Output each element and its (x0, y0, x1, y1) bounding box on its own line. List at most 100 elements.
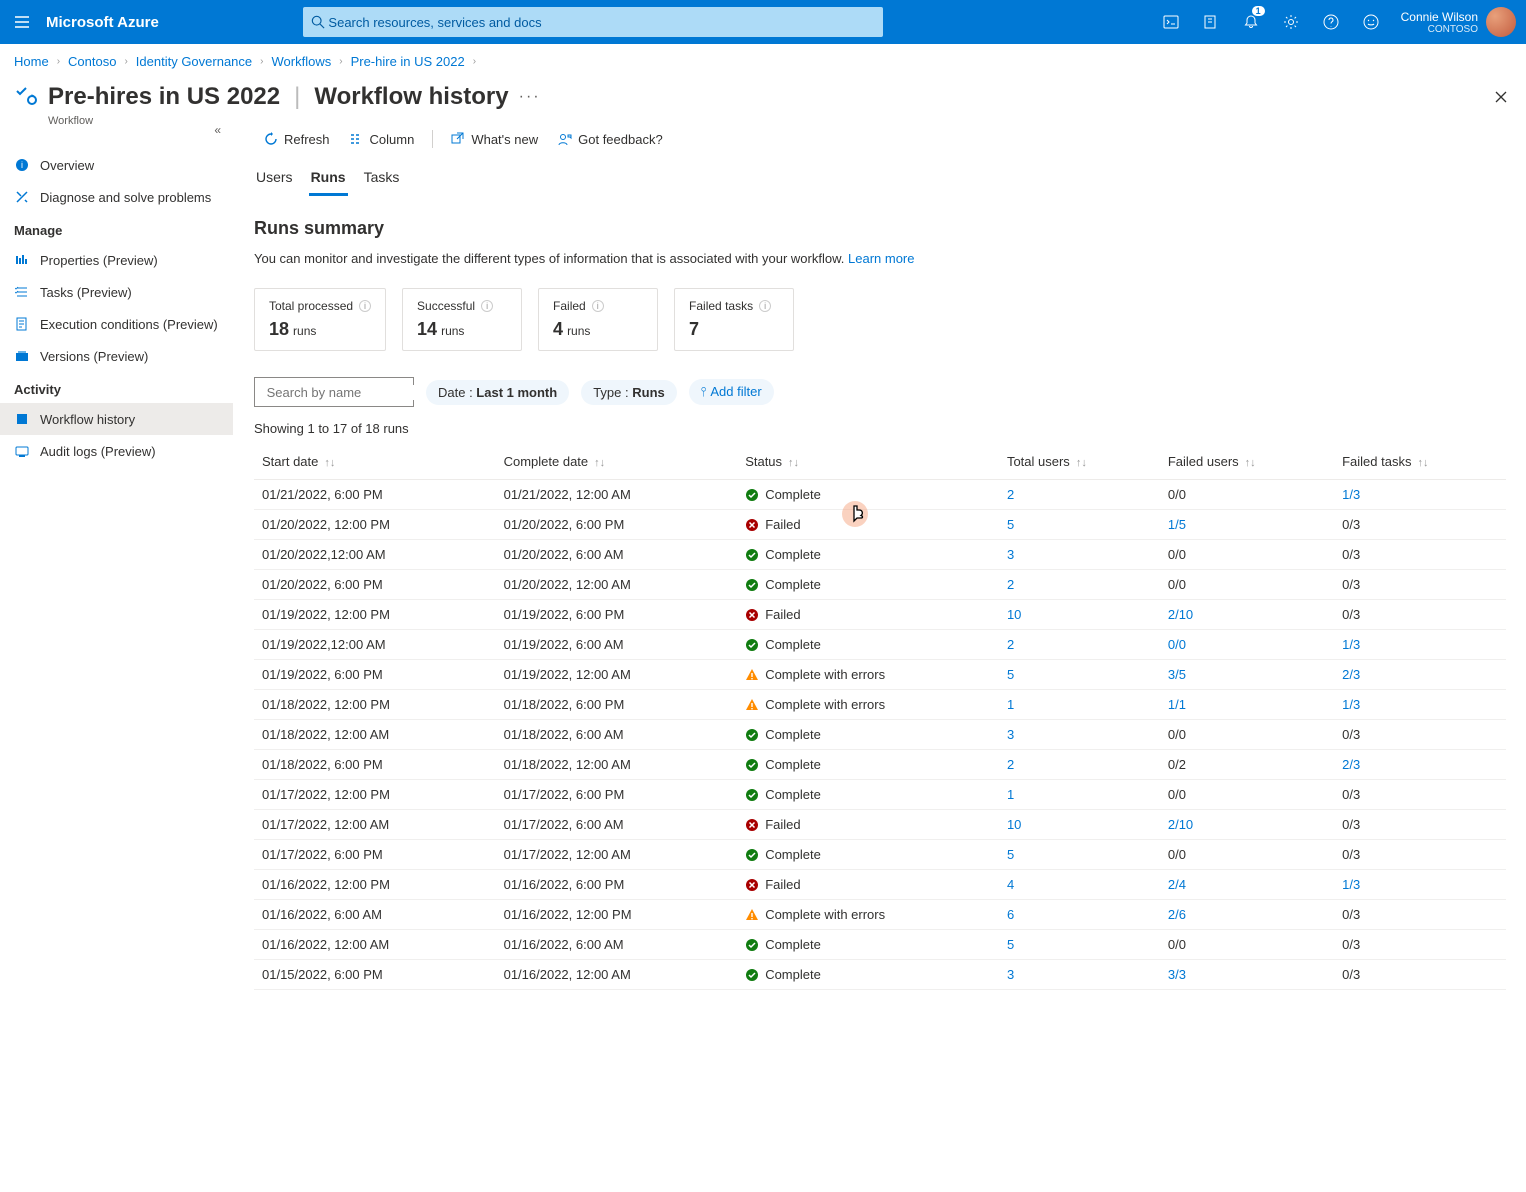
cell-totalusers[interactable]: 1 (999, 690, 1160, 720)
table-row[interactable]: 01/16/2022, 12:00 AM01/16/2022, 6:00 AMC… (254, 930, 1506, 960)
cell-failedtasks[interactable]: 1/3 (1334, 870, 1506, 900)
directory-icon[interactable] (1191, 0, 1231, 44)
sidebar-item-history[interactable]: Workflow history (0, 403, 233, 435)
menu-icon[interactable] (0, 0, 44, 44)
cell-failedtasks[interactable]: 2/3 (1334, 660, 1506, 690)
table-row[interactable]: 01/17/2022, 6:00 PM01/17/2022, 12:00 AMC… (254, 840, 1506, 870)
help-icon[interactable] (1311, 0, 1351, 44)
sidebar-item-versions[interactable]: Versions (Preview) (0, 340, 233, 372)
cloud-shell-icon[interactable] (1151, 0, 1191, 44)
table-row[interactable]: 01/16/2022, 12:00 PM01/16/2022, 6:00 PMF… (254, 870, 1506, 900)
cell-totalusers[interactable]: 2 (999, 750, 1160, 780)
table-row[interactable]: 01/18/2022, 6:00 PM01/18/2022, 12:00 AMC… (254, 750, 1506, 780)
global-search-input[interactable] (328, 15, 874, 30)
cell-failedusers[interactable]: 3/3 (1160, 960, 1334, 990)
cell-totalusers[interactable]: 1 (999, 780, 1160, 810)
cell-failedtasks[interactable]: 1/3 (1334, 690, 1506, 720)
col-failedtasks[interactable]: Failed tasks↑↓ (1334, 444, 1506, 480)
feedback-icon[interactable] (1351, 0, 1391, 44)
feedback-button[interactable]: Got feedback? (548, 119, 673, 159)
breadcrumb-workflows[interactable]: Workflows (272, 54, 332, 69)
breadcrumb-contoso[interactable]: Contoso (68, 54, 116, 69)
breadcrumb-idgov[interactable]: Identity Governance (136, 54, 252, 69)
cell-failedusers[interactable]: 2/6 (1160, 900, 1334, 930)
cell-totalusers[interactable]: 3 (999, 960, 1160, 990)
col-status[interactable]: Status↑↓ (737, 444, 999, 480)
table-row[interactable]: 01/19/2022,12:00 AM01/19/2022, 6:00 AMCo… (254, 630, 1506, 660)
search-icon (311, 15, 325, 29)
cell-failedusers[interactable]: 2/4 (1160, 870, 1334, 900)
table-row[interactable]: 01/20/2022, 12:00 PM01/20/2022, 6:00 PMF… (254, 510, 1506, 540)
breadcrumb-home[interactable]: Home (14, 54, 49, 69)
col-complete[interactable]: Complete date↑↓ (496, 444, 738, 480)
filter-date[interactable]: Date : Last 1 month (426, 380, 569, 405)
cell-totalusers[interactable]: 3 (999, 540, 1160, 570)
cell-totalusers[interactable]: 5 (999, 840, 1160, 870)
cell-totalusers[interactable]: 5 (999, 930, 1160, 960)
cell-totalusers[interactable]: 3 (999, 720, 1160, 750)
table-row[interactable]: 01/20/2022, 6:00 PM01/20/2022, 12:00 AMC… (254, 570, 1506, 600)
cell-failedusers[interactable]: 3/5 (1160, 660, 1334, 690)
cell-failedusers[interactable]: 0/0 (1160, 630, 1334, 660)
sidebar-item-properties[interactable]: Properties (Preview) (0, 244, 233, 276)
table-row[interactable]: 01/18/2022, 12:00 PM01/18/2022, 6:00 PMC… (254, 690, 1506, 720)
learn-more-link[interactable]: Learn more (848, 251, 914, 266)
table-row[interactable]: 01/17/2022, 12:00 AM01/17/2022, 6:00 AMF… (254, 810, 1506, 840)
cell-totalusers[interactable]: 10 (999, 600, 1160, 630)
info-icon[interactable]: i (592, 300, 604, 312)
cell-totalusers[interactable]: 2 (999, 570, 1160, 600)
column-button[interactable]: Column (340, 119, 425, 159)
cell-totalusers[interactable]: 5 (999, 510, 1160, 540)
filter-type[interactable]: Type : Runs (581, 380, 677, 405)
col-start[interactable]: Start date↑↓ (254, 444, 496, 480)
table-row[interactable]: 01/17/2022, 12:00 PM01/17/2022, 6:00 PMC… (254, 780, 1506, 810)
col-failedusers[interactable]: Failed users↑↓ (1160, 444, 1334, 480)
tab-runs[interactable]: Runs (309, 163, 348, 196)
more-actions-icon[interactable]: ··· (519, 88, 541, 106)
tab-tasks[interactable]: Tasks (362, 163, 402, 196)
cell-totalusers[interactable]: 4 (999, 870, 1160, 900)
collapse-sidebar-icon[interactable]: « (214, 123, 221, 137)
cell-failedtasks[interactable]: 1/3 (1334, 630, 1506, 660)
cell-failedtasks[interactable]: 1/3 (1334, 480, 1506, 510)
search-by-name[interactable] (254, 377, 414, 407)
table-row[interactable]: 01/21/2022, 6:00 PM01/21/2022, 12:00 AMC… (254, 480, 1506, 510)
info-icon[interactable]: i (481, 300, 493, 312)
sidebar-item-diagnose[interactable]: Diagnose and solve problems (0, 181, 233, 213)
cell-failedusers[interactable]: 2/10 (1160, 810, 1334, 840)
sidebar-item-audit[interactable]: Audit logs (Preview) (0, 435, 233, 467)
add-filter-button[interactable]: ⫯Add filter (689, 379, 774, 405)
sidebar-item-overview[interactable]: i Overview (0, 149, 233, 181)
cell-totalusers[interactable]: 2 (999, 630, 1160, 660)
brand-label[interactable]: Microsoft Azure (44, 14, 173, 31)
table-row[interactable]: 01/20/2022,12:00 AM01/20/2022, 6:00 AMCo… (254, 540, 1506, 570)
table-row[interactable]: 01/19/2022, 12:00 PM01/19/2022, 6:00 PMF… (254, 600, 1506, 630)
cell-totalusers[interactable]: 6 (999, 900, 1160, 930)
notifications-icon[interactable]: 1 (1231, 0, 1271, 44)
cell-failedusers[interactable]: 2/10 (1160, 600, 1334, 630)
breadcrumb-prehire[interactable]: Pre-hire in US 2022 (351, 54, 465, 69)
search-by-name-input[interactable] (267, 385, 443, 400)
cell-failedtasks[interactable]: 2/3 (1334, 750, 1506, 780)
cell-failedusers[interactable]: 1/5 (1160, 510, 1334, 540)
sidebar-item-tasks[interactable]: Tasks (Preview) (0, 276, 233, 308)
table-row[interactable]: 01/18/2022, 12:00 AM01/18/2022, 6:00 AMC… (254, 720, 1506, 750)
info-icon[interactable]: i (759, 300, 771, 312)
sidebar-item-execution[interactable]: Execution conditions (Preview) (0, 308, 233, 340)
table-row[interactable]: 01/15/2022, 6:00 PM01/16/2022, 12:00 AMC… (254, 960, 1506, 990)
close-blade-button[interactable] (1494, 90, 1508, 104)
settings-icon[interactable] (1271, 0, 1311, 44)
col-totalusers[interactable]: Total users↑↓ (999, 444, 1160, 480)
info-icon[interactable]: i (359, 300, 371, 312)
table-row[interactable]: 01/19/2022, 6:00 PM01/19/2022, 12:00 AMC… (254, 660, 1506, 690)
refresh-button[interactable]: Refresh (254, 119, 340, 159)
table-row[interactable]: 01/16/2022, 6:00 AM01/16/2022, 12:00 PMC… (254, 900, 1506, 930)
global-search[interactable] (303, 7, 883, 37)
cell-totalusers[interactable]: 2 (999, 480, 1160, 510)
whatsnew-button[interactable]: What's new (441, 119, 548, 159)
tab-users[interactable]: Users (254, 163, 295, 196)
user-account[interactable]: Connie Wilson CONTOSO (1391, 7, 1526, 37)
cell-failedusers[interactable]: 1/1 (1160, 690, 1334, 720)
cell-totalusers[interactable]: 5 (999, 660, 1160, 690)
cell-totalusers[interactable]: 10 (999, 810, 1160, 840)
